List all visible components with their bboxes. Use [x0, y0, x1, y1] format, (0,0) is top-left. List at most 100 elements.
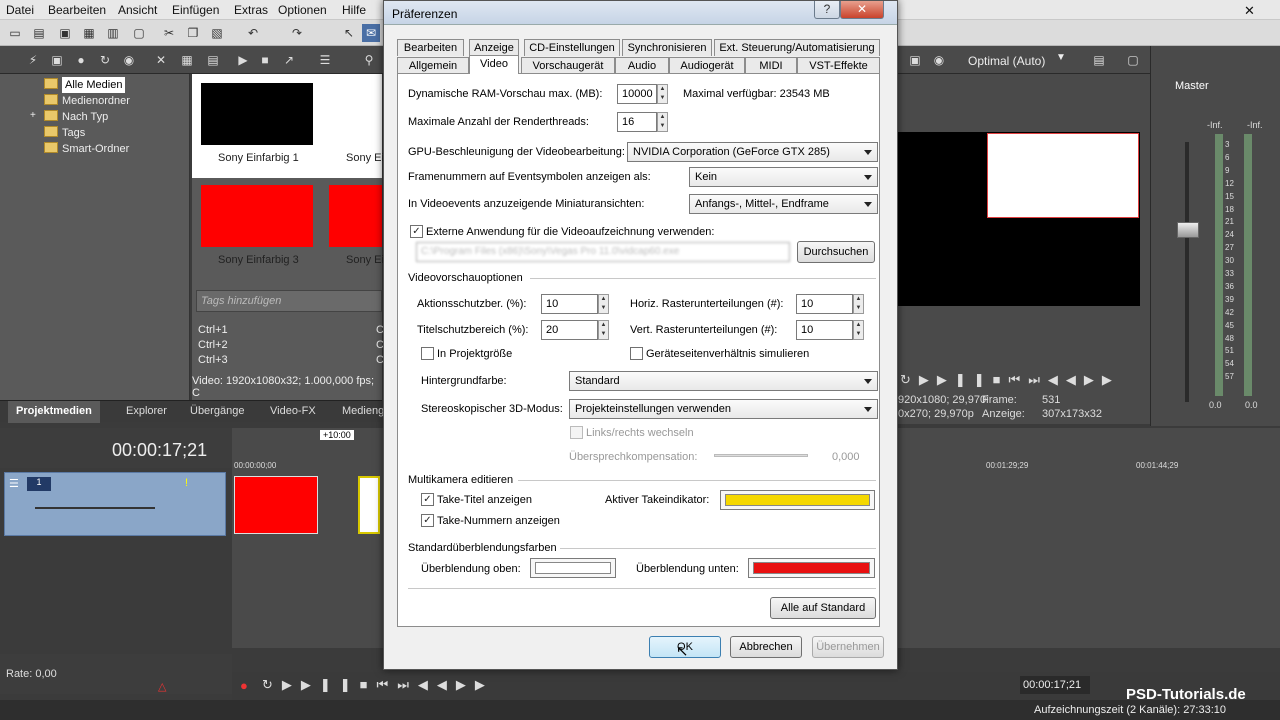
tab-media-generators[interactable]: Medieng [342, 405, 384, 417]
expand-icon[interactable]: + [30, 110, 36, 121]
menu-hilfe[interactable]: Hilfe [342, 3, 366, 17]
tab-bearbeiten[interactable]: Bearbeiten [397, 39, 464, 56]
paste-icon[interactable]: ▧ [208, 24, 226, 42]
tab-cd-einstellungen[interactable]: CD-Einstellungen [524, 39, 620, 56]
title-safe-input[interactable]: 20 ▲ ▼ [541, 320, 609, 340]
media-fx-icon[interactable]: ▦ [178, 51, 196, 69]
menu-datei[interactable]: Datei [6, 3, 34, 17]
properties-icon[interactable]: ▦ [80, 24, 98, 42]
autopreview-icon[interactable]: ↗ [280, 51, 298, 69]
play-icon[interactable]: ▶ [234, 51, 252, 69]
stereo-3d-select[interactable]: Projekteinstellungen verwenden [569, 399, 878, 419]
search-icon[interactable]: ⚲ [360, 51, 378, 69]
swap-lr-checkbox[interactable] [570, 426, 583, 439]
menu-extras[interactable]: Extras [234, 3, 268, 17]
gpu-select[interactable]: NVIDIA Corporation (GeForce GTX 285) [627, 142, 878, 162]
render-threads-input[interactable]: 16 ▲ ▼ [617, 112, 668, 132]
tree-item-media-folder[interactable]: Medienordner [44, 93, 130, 109]
save-snapshot-icon[interactable]: ▢ [1124, 51, 1142, 69]
tab-project-media[interactable]: Projektmedien [8, 401, 100, 423]
reset-all-button[interactable]: Alle auf Standard [770, 597, 876, 619]
spin-arrows-icon[interactable]: ▲ ▼ [657, 112, 668, 132]
tab-ext-steuerung[interactable]: Ext. Steuerung/Automatisierung [714, 39, 880, 56]
menubar-close-icon[interactable]: ✕ [1244, 3, 1255, 19]
render-icon[interactable]: ▥ [104, 24, 122, 42]
tab-vst-effekte[interactable]: VST-Effekte [797, 57, 880, 74]
rate-slider-handle[interactable]: △ [158, 680, 166, 693]
tab-transitions[interactable]: Übergänge [190, 405, 244, 417]
spin-arrows-icon[interactable]: ▲ ▼ [598, 294, 609, 314]
master-fader-handle[interactable] [1177, 222, 1199, 238]
frame-numbers-select[interactable]: Kein [689, 167, 878, 187]
browse-button[interactable]: Durchsuchen [797, 241, 875, 263]
track-menu-icon[interactable]: ☰ [9, 477, 19, 490]
new-project-icon[interactable]: ▭ [6, 24, 24, 42]
video-track-header[interactable]: ☰ 1 ! [4, 472, 226, 536]
media-thumbnail-4[interactable] [329, 185, 382, 247]
cut-icon[interactable]: ✂ [160, 24, 178, 42]
tab-video-fx[interactable]: Video-FX [270, 405, 316, 417]
ram-preview-input[interactable]: 10000 ▲ ▼ [617, 84, 668, 104]
track-level-slider[interactable] [35, 507, 155, 509]
menu-einfuegen[interactable]: Einfügen [172, 3, 219, 17]
tab-synchronisieren[interactable]: Synchronisieren [622, 39, 712, 56]
save-icon[interactable]: ▣ [56, 24, 74, 42]
normal-edit-tool-icon[interactable]: ↖ [340, 24, 358, 42]
apply-button[interactable]: Übernehmen [812, 636, 884, 658]
chevron-down-icon[interactable]: ▼ [1056, 52, 1066, 63]
external-app-path-input[interactable]: C:\Program Files (x86)\Sony\Vegas Pro 11… [416, 242, 790, 262]
menu-optionen[interactable]: Optionen [278, 3, 327, 17]
record-button[interactable]: ● [240, 678, 248, 693]
web-icon[interactable]: ◉ [120, 51, 138, 69]
close-button[interactable]: ✕ [840, 1, 884, 19]
tab-audio[interactable]: Audio [615, 57, 669, 74]
save-media-icon[interactable]: ▣ [48, 51, 66, 69]
media-thumbnail-1[interactable] [201, 83, 313, 145]
spin-arrows-icon[interactable]: ▲ ▼ [657, 84, 668, 104]
refresh-icon[interactable]: ↻ [96, 51, 114, 69]
split-screen-icon[interactable]: ▣ [906, 51, 924, 69]
copy-snapshot-icon[interactable]: ▤ [1090, 51, 1108, 69]
tab-explorer[interactable]: Explorer [126, 405, 167, 417]
open-icon[interactable]: ▤ [30, 24, 48, 42]
preview-transport-controls[interactable]: ↻▶▶❚❚■⏮⏭◀◀▶▶ [900, 372, 1120, 388]
crosstalk-slider[interactable] [714, 454, 808, 457]
preview-quality-select[interactable]: Optimal (Auto) [968, 54, 1045, 68]
tree-item-tags[interactable]: Tags [44, 125, 85, 141]
tab-allgemein[interactable]: Allgemein [397, 57, 469, 74]
stop-icon[interactable]: ■ [256, 51, 274, 69]
active-take-color-picker[interactable] [720, 490, 875, 510]
background-color-select[interactable]: Standard [569, 371, 878, 391]
media-properties-icon[interactable]: ▤ [204, 51, 222, 69]
project-size-checkbox[interactable] [421, 347, 434, 360]
tab-audiogeraet[interactable]: Audiogerät [669, 57, 745, 74]
transport-controls[interactable]: ↻▶▶❚❚■⏮⏭◀◀▶▶ [262, 677, 494, 693]
spin-arrows-icon[interactable]: ▲ ▼ [853, 294, 864, 314]
take-title-checkbox[interactable]: ✓ [421, 493, 434, 506]
media-thumbnail-2[interactable] [329, 83, 382, 145]
tab-video[interactable]: Video [469, 55, 519, 74]
undo-icon[interactable]: ↶ [244, 24, 262, 42]
menu-bearbeiten[interactable]: Bearbeiten [48, 3, 106, 17]
tree-item-smart-folder[interactable]: Smart-Ordner [44, 141, 129, 157]
cursor-time-field[interactable]: 00:00:17;21 [1020, 676, 1090, 694]
overlay-icon[interactable]: ◉ [930, 51, 948, 69]
external-app-checkbox[interactable]: ✓ [410, 225, 423, 238]
transition-top-color-picker[interactable] [530, 558, 616, 578]
hgrid-input[interactable]: 10 ▲ ▼ [796, 294, 864, 314]
tab-vorschaugeraet[interactable]: Vorschaugerät [521, 57, 615, 74]
views-icon[interactable]: ☰ [316, 51, 334, 69]
spin-arrows-icon[interactable]: ▲ ▼ [853, 320, 864, 340]
cancel-button[interactable]: Abbrechen [730, 636, 802, 658]
menu-ansicht[interactable]: Ansicht [118, 3, 157, 17]
tab-anzeige[interactable]: Anzeige [469, 39, 519, 56]
spin-arrows-icon[interactable]: ▲ ▼ [598, 320, 609, 340]
lightning-icon[interactable]: ⚡ [24, 51, 42, 69]
video-event-red[interactable] [234, 476, 318, 534]
tab-midi[interactable]: MIDI [745, 57, 797, 74]
aspect-ratio-checkbox[interactable] [630, 347, 643, 360]
tree-item-by-type[interactable]: Nach Typ [44, 109, 108, 125]
copy-icon[interactable]: ❐ [184, 24, 202, 42]
delete-icon[interactable]: ✕ [152, 51, 170, 69]
tags-input[interactable]: Tags hinzufügen [196, 290, 382, 312]
